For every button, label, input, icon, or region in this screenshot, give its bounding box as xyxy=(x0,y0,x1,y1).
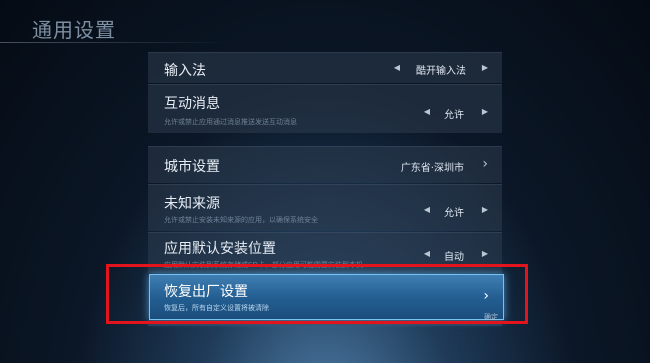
setting-value: 允许 xyxy=(444,208,464,219)
arrow-left-icon[interactable]: ◀ xyxy=(394,64,400,72)
highlight-annotation-frame xyxy=(106,264,528,324)
chevron-right-icon[interactable]: › xyxy=(482,157,488,171)
setting-interactive-messages[interactable]: 互动消息 允许或禁止应用通过消息推送发送互动消息 ◀ 允许 ▶ xyxy=(148,84,502,133)
arrow-left-icon[interactable]: ◀ xyxy=(424,108,430,116)
setting-value: 广东省·深圳市 xyxy=(400,163,464,174)
arrow-right-icon[interactable]: ▶ xyxy=(482,250,488,258)
arrow-right-icon[interactable]: ▶ xyxy=(482,108,488,116)
setting-input-method[interactable]: 输入法 ◀ 酷开输入法 ▶ xyxy=(148,52,502,83)
title-divider xyxy=(0,42,232,43)
setting-label: 互动消息 xyxy=(164,96,220,112)
setting-city[interactable]: 城市设置 广东省·深圳市 › xyxy=(148,146,502,183)
setting-description: 允许或禁止应用通过消息推送发送互动消息 xyxy=(164,118,297,126)
setting-label: 应用默认安装位置 xyxy=(164,241,276,257)
arrow-right-icon[interactable]: ▶ xyxy=(482,206,488,214)
arrow-left-icon[interactable]: ◀ xyxy=(424,206,430,214)
setting-label: 输入法 xyxy=(164,63,206,79)
setting-value: 允许 xyxy=(444,110,464,121)
arrow-right-icon[interactable]: ▶ xyxy=(482,64,488,72)
setting-label: 未知来源 xyxy=(164,196,220,212)
setting-description: 允许或禁止安装未知来源的应用，以确保系统安全 xyxy=(164,216,318,224)
setting-value: 酷开输入法 xyxy=(416,66,466,77)
arrow-left-icon[interactable]: ◀ xyxy=(424,250,430,258)
setting-value: 自动 xyxy=(444,252,464,263)
setting-label: 城市设置 xyxy=(164,159,220,175)
page-title: 通用设置 xyxy=(32,18,116,42)
setting-unknown-sources[interactable]: 未知来源 允许或禁止安装未知来源的应用，以确保系统安全 ◀ 允许 ▶ xyxy=(148,184,502,231)
